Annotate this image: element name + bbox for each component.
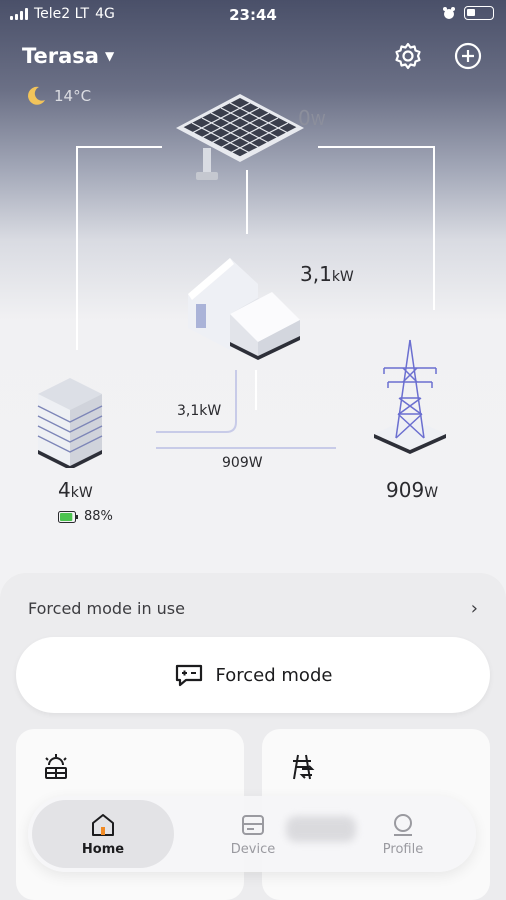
battery-power-number: 4 xyxy=(58,478,71,502)
forced-mode-label: Forced mode xyxy=(215,664,333,686)
battery-soc: 88% xyxy=(58,509,113,524)
battery-level-icon xyxy=(58,510,78,523)
solar-power-unit: W xyxy=(310,111,326,129)
grid-power-unit: W xyxy=(424,485,439,501)
flow-line-solar-grid-v xyxy=(433,146,435,310)
caret-down-icon: ▼ xyxy=(104,49,115,63)
flow-line-solar-grid-h xyxy=(318,146,434,148)
grid-tower-icon xyxy=(374,339,446,454)
status-bar: Tele2 LT 4G 23:44 xyxy=(0,0,506,30)
tab-home-label: Home xyxy=(81,841,125,857)
status-time: 23:44 xyxy=(229,6,277,24)
home-power-number: 3,1 xyxy=(300,262,332,286)
bottom-tab-bar: Home Device Profile xyxy=(28,796,476,872)
forced-mode-icon xyxy=(175,664,202,687)
solar-power-value: 0W xyxy=(298,106,326,130)
site-selector[interactable]: Terasa ▼ xyxy=(22,44,114,68)
flow-line-solar-battery-h xyxy=(76,146,162,148)
weather-temp: 14°C xyxy=(54,87,92,105)
solar-sun-icon xyxy=(45,754,67,779)
moon-icon xyxy=(28,86,45,105)
profile-icon xyxy=(394,813,412,836)
battery-power-unit: kW xyxy=(70,485,93,501)
tab-home[interactable]: Home xyxy=(33,796,173,872)
tab-profile-label: Profile xyxy=(382,841,424,857)
blurred-overlay xyxy=(286,816,356,842)
house-icon xyxy=(188,258,300,360)
solar-power-number: 0 xyxy=(298,106,311,130)
forced-mode-status-row[interactable]: Forced mode in use › xyxy=(28,598,478,619)
weather-indicator: 14°C xyxy=(24,84,91,108)
grid-power-number: 909 xyxy=(386,478,425,502)
grid-power-value: 909W xyxy=(386,478,438,502)
home-power-value: 3,1kW xyxy=(300,262,354,286)
site-name: Terasa xyxy=(22,44,99,68)
alarm-icon xyxy=(443,7,455,19)
tab-device-label: Device xyxy=(230,841,276,857)
home-icon xyxy=(92,813,114,836)
solar-panel-icon xyxy=(176,94,304,180)
add-circle-icon[interactable] xyxy=(453,41,483,71)
forced-mode-status-text: Forced mode in use xyxy=(28,599,185,618)
flow-label-battery-home: 3,1kW xyxy=(177,403,222,419)
phone-battery-icon xyxy=(464,6,494,20)
battery-power-value: 4kW xyxy=(58,478,93,502)
grid-exchange-icon xyxy=(293,754,315,780)
home-power-unit: kW xyxy=(331,269,354,285)
status-right xyxy=(442,6,494,20)
device-icon xyxy=(242,814,264,835)
flow-line-solar-battery-v xyxy=(76,146,78,350)
settings-gear-icon[interactable] xyxy=(393,41,423,71)
forced-mode-button[interactable]: Forced mode xyxy=(16,637,490,713)
chevron-right-icon: › xyxy=(470,598,478,619)
home-battery-icon xyxy=(37,378,103,468)
app-header: Terasa ▼ xyxy=(0,30,506,86)
flow-label-battery-grid: 909W xyxy=(222,455,263,471)
battery-soc-text: 88% xyxy=(84,509,113,524)
